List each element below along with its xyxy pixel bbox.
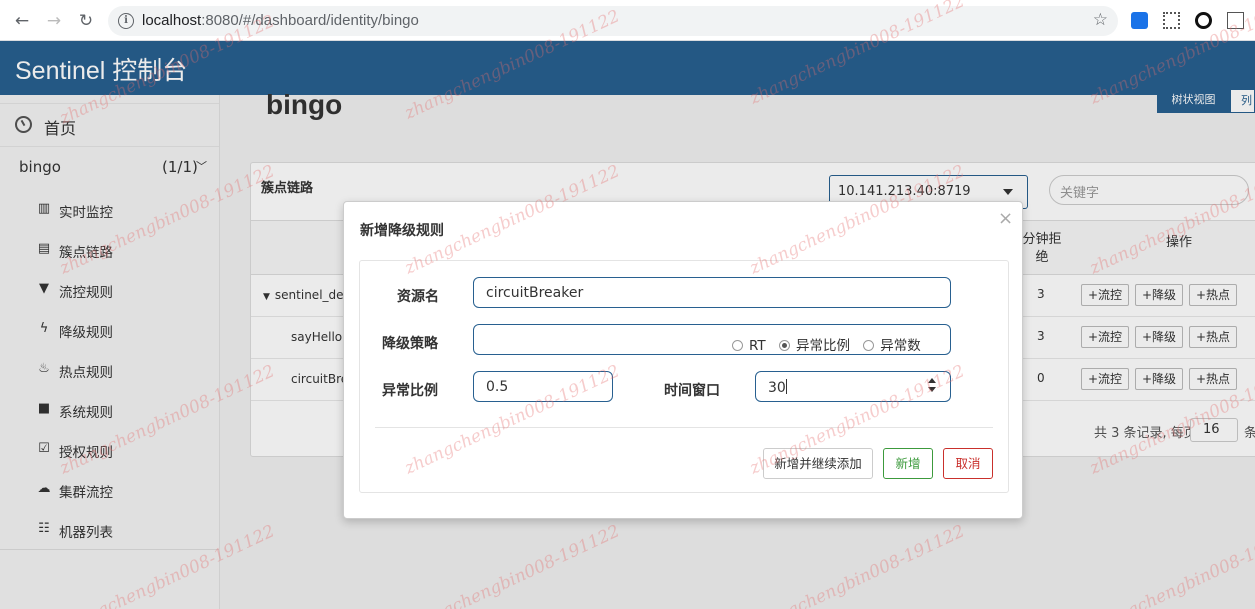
reload-icon[interactable]: ↻: [76, 11, 96, 31]
spinner-icon[interactable]: [928, 378, 936, 396]
radio-exception-ratio[interactable]: [778, 340, 790, 351]
bookmark-star-icon[interactable]: ☆: [1093, 10, 1108, 30]
add-degrade-rule-dialog: 新增降级规则 × 资源名 circuitBreaker 降级策略 RT 异常比例…: [343, 201, 1023, 519]
browser-toolbar: ← → ↻ i localhost:8080/#/dashboard/ident…: [0, 0, 1255, 41]
forward-arrow-icon[interactable]: →: [44, 11, 64, 31]
close-icon[interactable]: ×: [998, 208, 1013, 229]
qr-code-icon[interactable]: [1163, 12, 1180, 29]
dialog-title: 新增降级规则: [360, 223, 444, 239]
address-bar[interactable]: i localhost:8080/#/dashboard/identity/bi…: [108, 6, 1118, 36]
screenshot-icon[interactable]: [1227, 12, 1244, 29]
url-text: localhost:8080/#/dashboard/identity/bing…: [142, 12, 419, 29]
strategy-label: 降级策略: [382, 336, 438, 352]
window-label: 时间窗口: [664, 383, 720, 399]
radio-exception-count[interactable]: [863, 340, 875, 351]
resource-label: 资源名: [397, 289, 439, 305]
resource-value: circuitBreaker: [486, 285, 584, 301]
info-icon[interactable]: i: [118, 13, 134, 29]
radio-label: RT: [749, 338, 766, 354]
extension-icon[interactable]: [1131, 12, 1148, 29]
radio-label: 异常比例: [795, 338, 850, 354]
back-arrow-icon[interactable]: ←: [12, 11, 32, 31]
form-divider: [375, 427, 993, 428]
strategy-radio-group: RT 异常比例 异常数: [473, 324, 951, 355]
rule-form: 资源名 circuitBreaker 降级策略 RT 异常比例 异常数 异常比例…: [359, 260, 1009, 493]
ratio-value: 0.5: [486, 379, 509, 395]
ratio-label: 异常比例: [382, 383, 438, 399]
cancel-button[interactable]: 取消: [943, 448, 993, 479]
add-and-continue-button[interactable]: 新增并继续添加: [763, 448, 873, 479]
window-input[interactable]: 30: [755, 371, 951, 402]
radio-label: 异常数: [880, 338, 921, 354]
window-value: 30: [768, 379, 787, 396]
add-button[interactable]: 新增: [883, 448, 933, 479]
ratio-input[interactable]: 0.5: [473, 371, 613, 402]
resource-input[interactable]: circuitBreaker: [473, 277, 951, 308]
extension-circle-icon[interactable]: [1195, 12, 1212, 29]
radio-rt[interactable]: [732, 340, 743, 351]
